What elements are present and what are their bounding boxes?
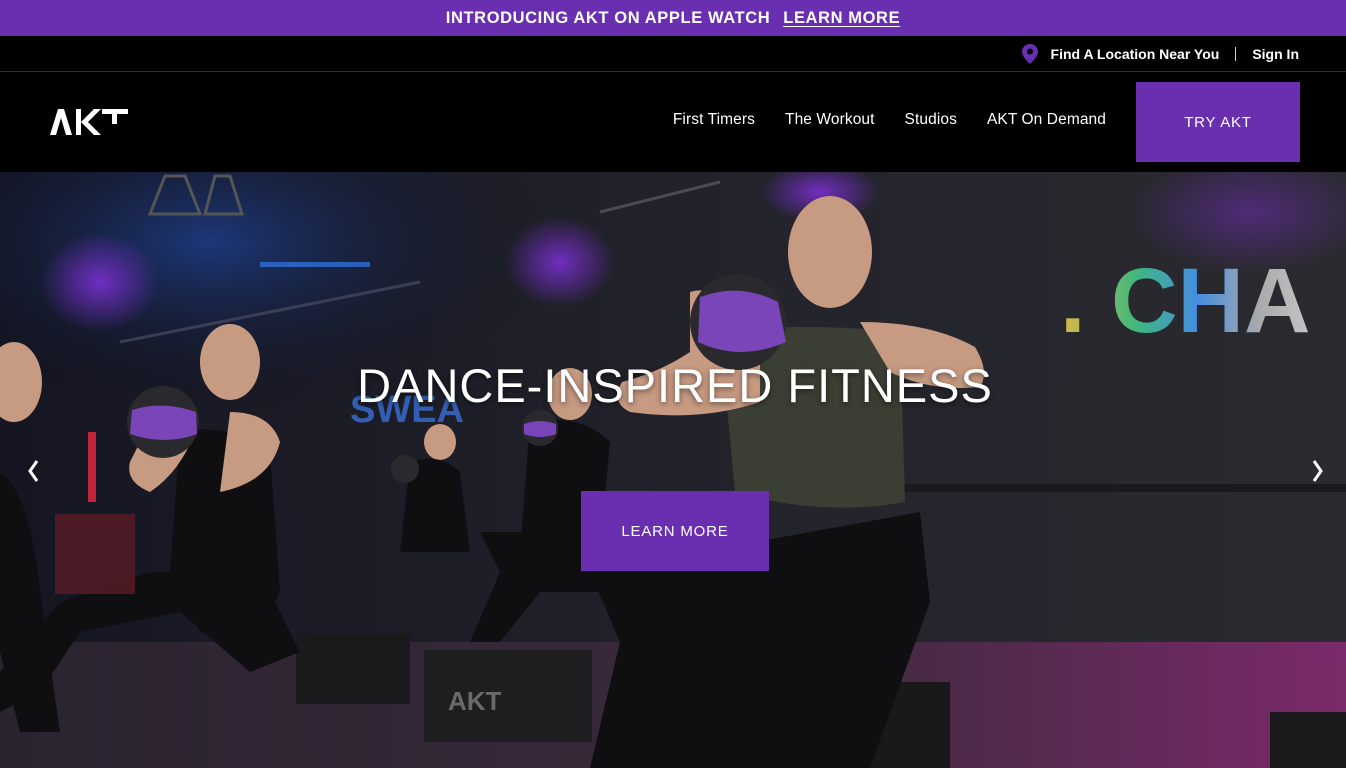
announcement-bar: INTRODUCING AKT ON APPLE WATCH LEARN MOR… xyxy=(0,0,1346,36)
akt-logo[interactable] xyxy=(50,109,128,135)
try-akt-button[interactable]: TRY AKT xyxy=(1136,82,1300,162)
step-box-logo: AKT xyxy=(448,686,502,716)
announcement-text: INTRODUCING AKT ON APPLE WATCH xyxy=(445,8,771,27)
nav-the-workout[interactable]: The Workout xyxy=(785,111,875,129)
find-location-link[interactable]: Find A Location Near You xyxy=(1051,46,1220,62)
sign-in-link[interactable]: Sign In xyxy=(1252,46,1299,62)
utility-divider xyxy=(1235,46,1237,61)
hero-learn-more-button[interactable]: LEARN MORE xyxy=(581,491,769,571)
hero-headline: DANCE-INSPIRED FITNESS xyxy=(357,359,993,412)
hero-background-image: . CHA SWEA AKT xyxy=(0,172,1346,768)
chevron-right-icon[interactable] xyxy=(1311,458,1325,484)
wall-lettering: . CHA xyxy=(1060,250,1310,352)
nav-akt-on-demand[interactable]: AKT On Demand xyxy=(987,111,1106,129)
utility-bar: Find A Location Near You Sign In xyxy=(0,36,1346,72)
hero-section: . CHA SWEA AKT DANCE-INSPIRED FITNESS LE… xyxy=(0,172,1346,768)
location-pin-icon xyxy=(1021,43,1038,64)
announcement-learn-more-link[interactable]: LEARN MORE xyxy=(783,9,900,28)
main-nav: First Timers The Workout Studios AKT On … xyxy=(0,72,1346,172)
nav-studios[interactable]: Studios xyxy=(905,111,957,129)
nav-first-timers[interactable]: First Timers xyxy=(673,111,755,129)
chevron-left-icon[interactable] xyxy=(26,458,40,484)
nav-links: First Timers The Workout Studios AKT On … xyxy=(643,72,1106,168)
